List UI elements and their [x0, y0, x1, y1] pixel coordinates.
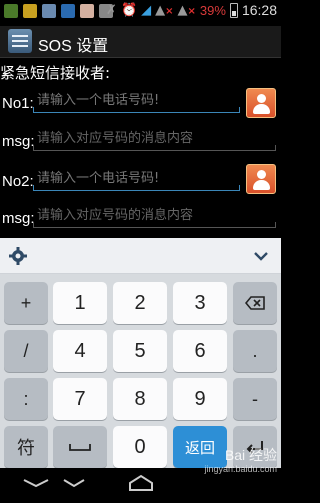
battery-percent: 39%: [199, 2, 226, 18]
key-space[interactable]: [53, 426, 107, 468]
settings-app-icon[interactable]: [8, 29, 32, 53]
key-backspace[interactable]: [233, 282, 277, 324]
battery-icon: [229, 2, 238, 18]
sos-form: 紧急短信接收者: No1: 请输入一个电话号码! msg: 请输入对应号码的消息…: [0, 58, 281, 238]
watermark: Bai 经验 jingyan.baidu.com: [204, 448, 277, 476]
no1-msg-label: msg:: [2, 133, 35, 150]
home-icon[interactable]: [127, 474, 155, 492]
no1-phone-input[interactable]: 请输入一个电话号码!: [33, 91, 240, 113]
section-label: 紧急短信接收者:: [0, 64, 111, 82]
mute-icon: ✗: [106, 2, 117, 18]
alarm-icon: ⏰: [120, 2, 138, 18]
key-colon[interactable]: :: [4, 378, 48, 420]
notification-app-icon: [61, 4, 75, 18]
no2-phone-input[interactable]: 请输入一个电话号码!: [33, 169, 240, 191]
keyboard-toolbar: [0, 238, 281, 274]
watermark-url: jingyan.baidu.com: [204, 464, 277, 474]
backspace-icon: [245, 296, 265, 310]
key-symbols[interactable]: 符: [4, 426, 48, 468]
no2-label: No2:: [2, 173, 34, 190]
key-dot[interactable]: .: [233, 330, 277, 372]
wifi-icon: ◢: [141, 2, 152, 18]
no1-contact-button[interactable]: [246, 88, 276, 118]
key-5[interactable]: 5: [113, 330, 167, 372]
signal-icon: ▲×: [155, 2, 174, 18]
no2-msg-label: msg:: [2, 210, 35, 227]
contact-icon: [257, 170, 266, 179]
key-6[interactable]: 6: [173, 330, 227, 372]
watermark-brand: Bai 经验: [224, 447, 277, 463]
page-title: SOS 设置: [38, 38, 109, 55]
no1-msg-input[interactable]: 请输入对应号码的消息内容: [33, 129, 276, 151]
key-3[interactable]: 3: [173, 282, 227, 324]
notification-app-icon: [4, 4, 18, 18]
clock: 16:28: [241, 2, 277, 18]
recent-apps-icon[interactable]: [22, 476, 50, 490]
space-icon: [69, 444, 91, 451]
gear-icon[interactable]: [8, 246, 28, 266]
key-7[interactable]: 7: [53, 378, 107, 420]
key-8[interactable]: 8: [113, 378, 167, 420]
key-9[interactable]: 9: [173, 378, 227, 420]
key-0[interactable]: 0: [113, 426, 167, 468]
status-bar: ✗ ⏰ ◢ ▲× ▲× 39% 16:28: [0, 0, 281, 26]
no2-msg-input[interactable]: 请输入对应号码的消息内容: [33, 206, 276, 228]
key-1[interactable]: 1: [53, 282, 107, 324]
notification-app-icon: [23, 4, 37, 18]
key-4[interactable]: 4: [53, 330, 107, 372]
no2-contact-button[interactable]: [246, 164, 276, 194]
hide-keyboard-icon[interactable]: [62, 476, 86, 490]
notification-icons: [4, 4, 113, 18]
signal-icon: ▲×: [177, 2, 196, 18]
key-slash[interactable]: /: [4, 330, 48, 372]
key-minus[interactable]: -: [233, 378, 277, 420]
contact-icon: [257, 94, 266, 103]
no1-label: No1:: [2, 95, 34, 112]
key-plus[interactable]: +: [4, 282, 48, 324]
chevron-down-icon[interactable]: [253, 248, 269, 264]
key-2[interactable]: 2: [113, 282, 167, 324]
action-bar: SOS 设置: [0, 26, 281, 58]
notification-app-icon: [80, 4, 94, 18]
image-notification-icon: [42, 4, 56, 18]
numeric-keyboard: + 1 2 3 / 4 5 6 . : 7 8 9 - 符 0 返回: [0, 274, 281, 468]
